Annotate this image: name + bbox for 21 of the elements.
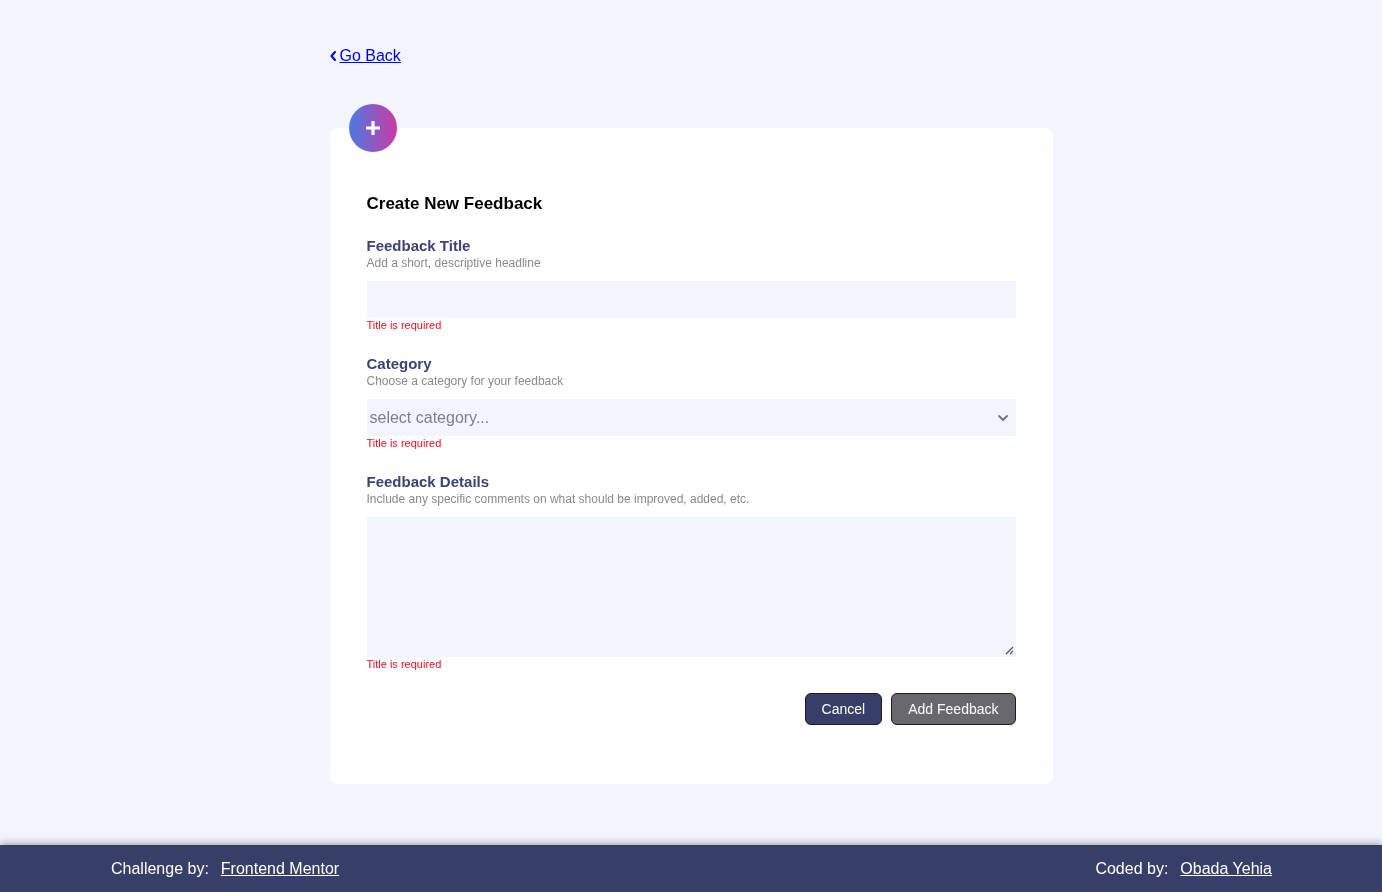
field-label: Feedback Title [366, 237, 472, 255]
error-message: Title is required [366, 437, 443, 450]
form-title: Create New Feedback [366, 194, 544, 214]
add-feedback-button[interactable]: Add Feedback [891, 693, 1016, 725]
resize-handle-icon[interactable] [1004, 646, 1014, 655]
credit-label: Challenge by: [111, 858, 209, 879]
field-label: Feedback Details [366, 473, 491, 491]
credit-label: Coded by: [1095, 858, 1169, 879]
chevron-down-icon [997, 414, 1008, 421]
error-message: Title is required [366, 319, 443, 332]
credit-link[interactable]: Obada Yehia [1180, 856, 1272, 881]
cancel-button[interactable]: Cancel [804, 693, 883, 725]
go-back-link[interactable]: Go Back [329, 46, 401, 66]
credit-link[interactable]: Frontend Mentor [220, 856, 340, 881]
chevron-left-icon [329, 51, 336, 61]
category-select[interactable]: select category... [366, 399, 1016, 436]
field-hint: Add a short, descriptive headline [366, 256, 542, 271]
field-hint: Include any specific comments on what should be improved, added, etc. [366, 492, 751, 507]
error-message: Title is required [366, 658, 443, 671]
field-hint: Choose a category for your feedback [366, 374, 565, 389]
field-label: Category [366, 355, 433, 373]
